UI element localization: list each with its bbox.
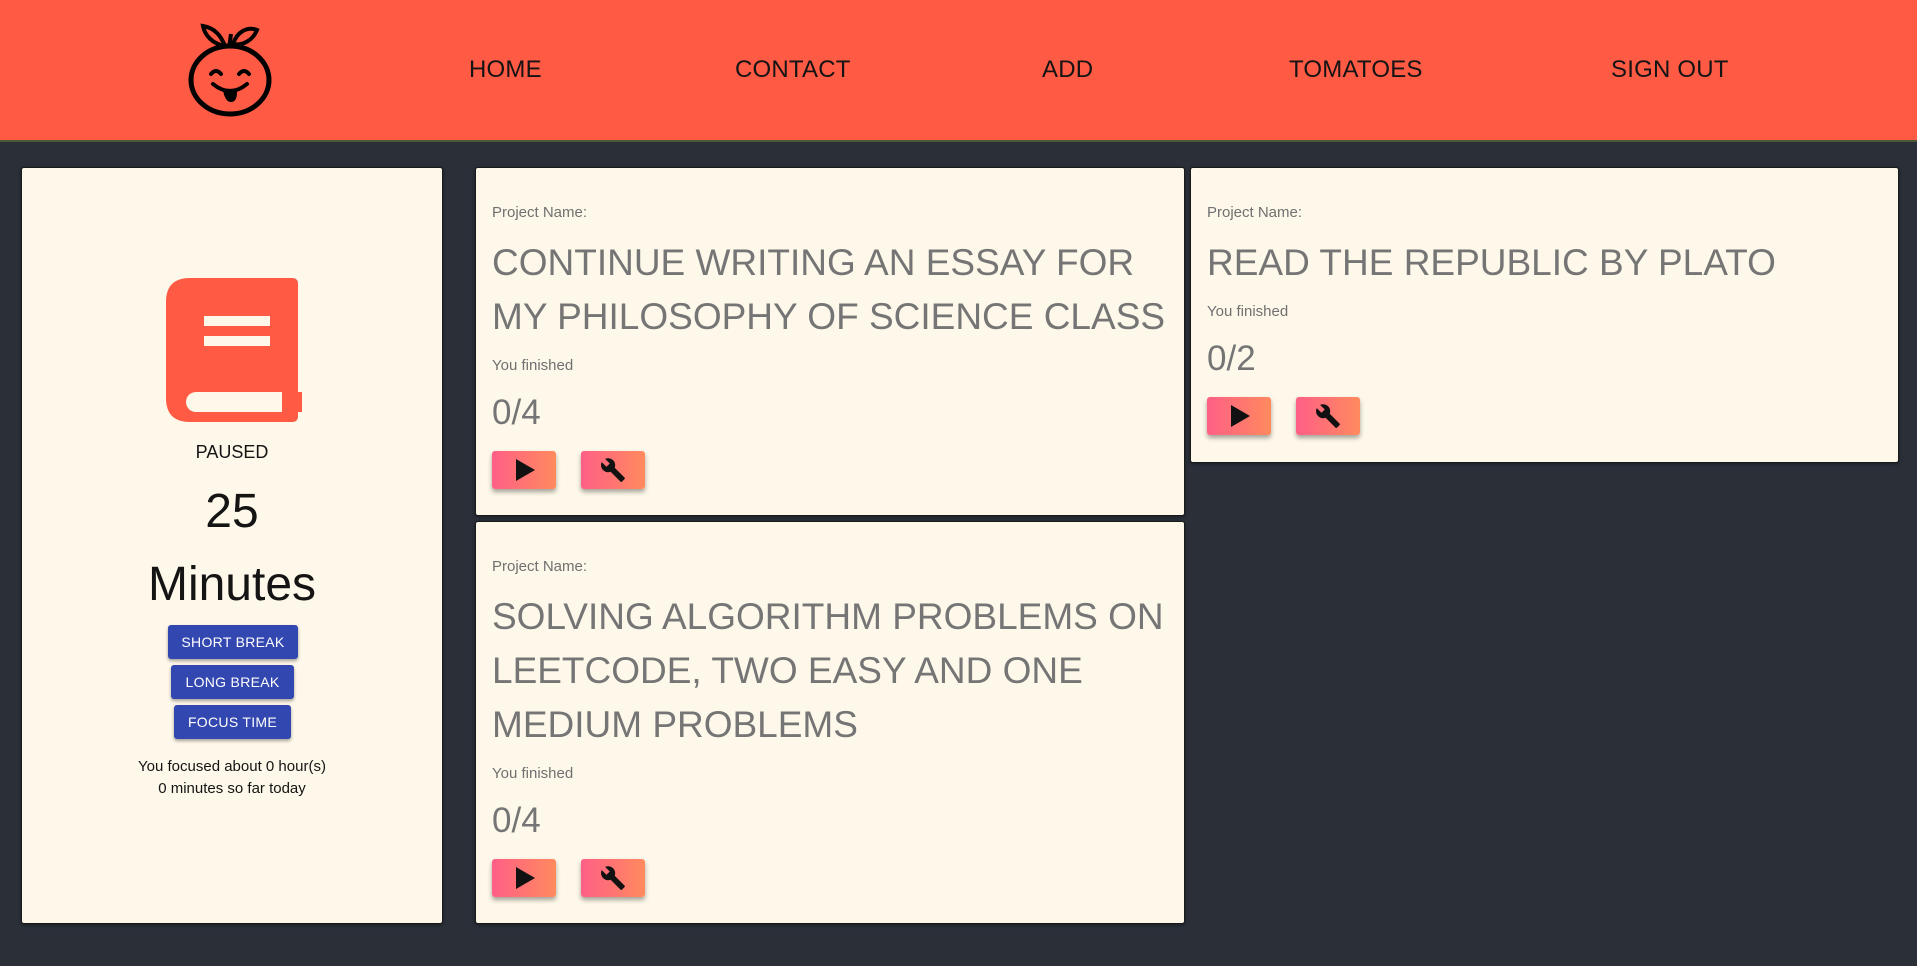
nav-contact-link[interactable]: CONTACT [735, 56, 851, 84]
timer-status: PAUSED [195, 442, 269, 462]
project-name-label: Project Name: [1207, 204, 1303, 221]
project-name-label: Project Name: [492, 204, 588, 221]
nav-sign-out-link[interactable]: SIGN OUT [1611, 56, 1729, 84]
project-name-label: Project Name: [492, 558, 588, 575]
progress-count: 0/2 [1207, 339, 1256, 378]
nav-home-link[interactable]: HOME [469, 56, 542, 84]
project-title: CONTINUE WRITING AN ESSAY FOR MY PHILOSO… [492, 242, 1166, 337]
book-icon [166, 278, 302, 430]
project-card: Project Name: SOLVING ALGORITHM PROBLEMS… [475, 521, 1185, 924]
timer-minutes-label: Minutes [147, 558, 317, 611]
timer-panel: PAUSED 25 Minutes SHORT BREAK LONG BREAK… [21, 167, 443, 924]
finished-label: You finished [1207, 303, 1289, 320]
project-title: SOLVING ALGORITHM PROBLEMS ON LEETCODE, … [492, 596, 1164, 745]
finished-label: You finished [492, 765, 574, 782]
play-icon [516, 867, 535, 889]
start-timer-button[interactable] [492, 451, 556, 489]
edit-project-button[interactable] [1296, 397, 1360, 435]
short-break-button[interactable]: SHORT BREAK [168, 625, 298, 659]
progress-count: 0/4 [492, 801, 541, 840]
timer-minutes-value: 25 [205, 485, 259, 538]
play-icon [1231, 405, 1250, 427]
project-card: Project Name: CONTINUE WRITING AN ESSAY … [475, 167, 1185, 516]
project-title: READ THE REPUBLIC BY PLATO [1207, 242, 1776, 283]
focus-summary: You focused about 0 hour(s) 0 minutes so… [22, 756, 442, 800]
start-timer-button[interactable] [1207, 397, 1271, 435]
wrench-icon [1316, 404, 1340, 428]
finished-label: You finished [492, 357, 574, 374]
nav-add-link[interactable]: ADD [1042, 56, 1093, 84]
edit-project-button[interactable] [581, 859, 645, 897]
wrench-icon [601, 458, 625, 482]
focus-summary-line-2: 0 minutes so far today [158, 780, 306, 797]
focus-time-button[interactable]: FOCUS TIME [174, 705, 291, 739]
wrench-icon [601, 866, 625, 890]
top-navbar: HOME CONTACT ADD TOMATOES SIGN OUT [0, 0, 1917, 142]
long-break-button[interactable]: LONG BREAK [171, 665, 294, 699]
play-icon [516, 459, 535, 481]
edit-project-button[interactable] [581, 451, 645, 489]
project-card: Project Name: READ THE REPUBLIC BY PLATO… [1190, 167, 1899, 463]
tomato-logo-icon[interactable] [187, 22, 273, 118]
focus-summary-line-1: You focused about 0 hour(s) [138, 758, 326, 775]
start-timer-button[interactable] [492, 859, 556, 897]
progress-count: 0/4 [492, 393, 541, 432]
nav-tomatoes-link[interactable]: TOMATOES [1289, 56, 1423, 84]
